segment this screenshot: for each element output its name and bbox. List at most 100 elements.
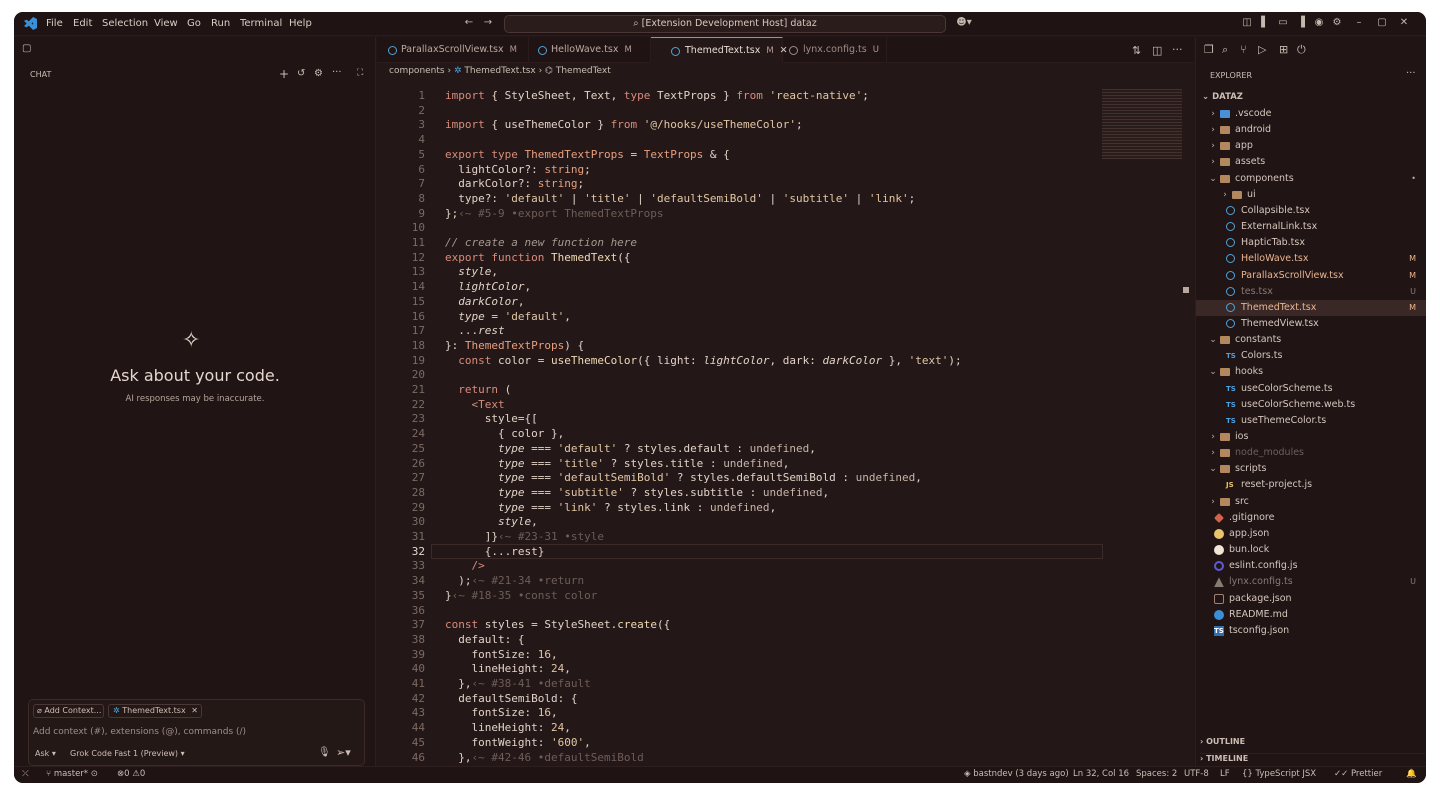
tree-item[interactable]: › node_modules [1196, 445, 1426, 461]
tree-item[interactable]: › .vscode [1196, 106, 1426, 122]
tab-lynx-config[interactable]: lynx.config.ts U [783, 37, 887, 63]
model-select[interactable]: Grok Code Fast 1 (Preview) ▾ [70, 749, 185, 758]
tree-item[interactable]: › app [1196, 138, 1426, 154]
menu-view[interactable]: View [154, 18, 178, 29]
compare-changes-icon[interactable]: ⇅ [1132, 44, 1141, 57]
add-context-button[interactable]: ⌀ Add Context... [33, 704, 104, 718]
send-icon[interactable]: ➢▾ [336, 746, 351, 759]
toggle-primary-sidebar-icon[interactable]: ▌ [1259, 17, 1271, 29]
tree-item[interactable]: ⌄ constants [1196, 332, 1426, 348]
tree-item[interactable]: Collapsible.tsx [1196, 203, 1426, 219]
tree-item[interactable]: app.json [1196, 526, 1426, 542]
forward-arrow-icon[interactable]: → [482, 17, 494, 29]
menu-go[interactable]: Go [187, 18, 201, 29]
tree-item[interactable]: ExternalLink.tsx [1196, 219, 1426, 235]
close-window-icon[interactable]: ✕ [1398, 17, 1410, 29]
tree-item[interactable]: lynx.config.ts U [1196, 574, 1426, 590]
chat-settings-icon[interactable]: ⚙ [314, 68, 323, 79]
more-actions-icon[interactable]: ··· [332, 67, 342, 78]
indentation-status[interactable]: Spaces: 2 [1136, 769, 1177, 779]
chat-input[interactable]: Add context (#), extensions (@), command… [33, 727, 246, 737]
command-center-search[interactable]: ⌕ [Extension Development Host] dataz [504, 15, 946, 33]
microphone-icon[interactable]: 🎙 [318, 747, 331, 758]
outline-section[interactable]: › OUTLINE [1200, 737, 1245, 746]
source-control-icon[interactable]: ⑂ [1240, 43, 1247, 56]
minimap[interactable] [1102, 89, 1182, 159]
tab-themedtext[interactable]: ThemedText.tsx M ✕ [651, 37, 788, 63]
encoding-status[interactable]: UTF-8 [1184, 769, 1209, 779]
tree-item[interactable]: TS Colors.ts [1196, 348, 1426, 364]
search-sidebar-icon[interactable]: ⌕ [1222, 43, 1228, 57]
menu-help[interactable]: Help [289, 18, 312, 29]
tree-item[interactable]: ⌄ components • [1196, 171, 1426, 187]
back-arrow-icon[interactable]: ← [463, 17, 475, 29]
tree-item[interactable]: › ui [1196, 187, 1426, 203]
eol-status[interactable]: LF [1220, 769, 1230, 779]
breadcrumb-file[interactable]: ThemedText.tsx [464, 66, 535, 76]
toggle-panel-icon[interactable]: ▭ [1277, 17, 1289, 29]
tree-item[interactable]: ThemedView.tsx [1196, 316, 1426, 332]
language-status[interactable]: {} TypeScript JSX [1242, 769, 1316, 779]
attached-file-chip[interactable]: ✲ ThemedText.tsx ✕ [108, 704, 202, 718]
tree-item[interactable]: eslint.config.js [1196, 558, 1426, 574]
branch-status[interactable]: ⑂ master* ⊙ [46, 769, 98, 779]
timeline-section[interactable]: › TIMELINE [1200, 753, 1425, 763]
menu-run[interactable]: Run [211, 18, 230, 29]
tree-item[interactable]: TS useColorScheme.web.ts [1196, 397, 1426, 413]
menu-terminal[interactable]: Terminal [240, 18, 282, 29]
tree-item[interactable]: ⌄ scripts [1196, 461, 1426, 477]
breadcrumb-components[interactable]: components [389, 66, 445, 76]
tree-item[interactable]: ⌄ hooks [1196, 364, 1426, 380]
account-icon[interactable]: ◉ [1313, 17, 1325, 29]
toggle-secondary-sidebar-icon[interactable]: ▐ [1295, 17, 1307, 29]
workspace-root[interactable]: ⌄ DATAZ [1196, 89, 1426, 105]
vertical-scrollbar[interactable] [1183, 287, 1189, 293]
tree-item[interactable]: HelloWave.tsx M [1196, 251, 1426, 267]
menu-edit[interactable]: Edit [73, 18, 92, 29]
menu-selection[interactable]: Selection [102, 18, 148, 29]
settings-gear-icon[interactable]: ⚙ [1331, 17, 1343, 29]
tree-item[interactable]: .gitignore [1196, 510, 1426, 526]
extensions-icon[interactable]: ⊞ [1279, 43, 1288, 56]
tree-item[interactable]: › ios [1196, 429, 1426, 445]
run-debug-icon[interactable]: ▷ [1258, 43, 1266, 56]
split-editor-icon[interactable]: ◫ [1152, 44, 1162, 57]
problems-status[interactable]: ⊗0 ⚠0 [117, 769, 145, 779]
customize-layout-icon[interactable]: ◫ [1241, 17, 1253, 29]
explorer-more-icon[interactable]: ··· [1406, 68, 1416, 79]
notifications-bell-icon[interactable]: 🔔 [1406, 769, 1417, 779]
tree-item[interactable]: README.md [1196, 607, 1426, 623]
tree-item[interactable]: TS tsconfig.json [1196, 623, 1426, 639]
power-icon[interactable]: ⏻ [1297, 43, 1306, 57]
remote-icon[interactable]: ⤫ [22, 769, 29, 779]
git-blame-status[interactable]: ◈ bastndev (3 days ago) [964, 769, 1069, 779]
tree-item[interactable]: bun.lock [1196, 542, 1426, 558]
tree-item[interactable]: › src [1196, 494, 1426, 510]
tree-item[interactable]: TS useColorScheme.ts [1196, 381, 1426, 397]
remove-file-icon[interactable]: ✕ [191, 705, 198, 717]
tab-parallaxscrollview[interactable]: ParallaxScrollView.tsx M [383, 37, 529, 63]
breadcrumb-symbol[interactable]: ThemedText [556, 66, 611, 76]
menu-file[interactable]: File [46, 18, 63, 29]
tree-item[interactable]: TS useThemeColor.ts [1196, 413, 1426, 429]
maximize-icon[interactable]: ▢ [1376, 17, 1388, 29]
tree-item[interactable]: ThemedText.tsx M [1196, 299, 1426, 316]
history-icon[interactable]: ↺ [297, 68, 305, 79]
tree-item[interactable]: › assets [1196, 154, 1426, 170]
tree-item[interactable]: HapticTab.tsx [1196, 235, 1426, 251]
tree-item[interactable]: package.json [1196, 591, 1426, 607]
new-chat-icon[interactable]: + [279, 67, 289, 81]
chat-panel-icon[interactable]: ▢ [22, 43, 31, 54]
tree-item[interactable]: ParallaxScrollView.tsx M [1196, 268, 1426, 284]
formatter-status[interactable]: ✓✓ Prettier [1334, 769, 1382, 779]
cursor-position[interactable]: Ln 32, Col 16 [1073, 769, 1129, 779]
editor-more-icon[interactable]: ··· [1172, 43, 1183, 56]
tree-item[interactable]: JS reset-project.js [1196, 477, 1426, 493]
copilot-icon[interactable]: ☻▾ [954, 17, 974, 29]
maximize-chat-icon[interactable]: ⛶ [357, 68, 363, 78]
minimize-icon[interactable]: – [1353, 17, 1365, 29]
tab-hellowave[interactable]: HelloWave.tsx M [529, 37, 651, 63]
mode-select[interactable]: Ask ▾ [35, 749, 56, 758]
tree-item[interactable]: tes.tsx U [1196, 284, 1426, 300]
explorer-files-icon[interactable]: ❐ [1204, 43, 1214, 56]
